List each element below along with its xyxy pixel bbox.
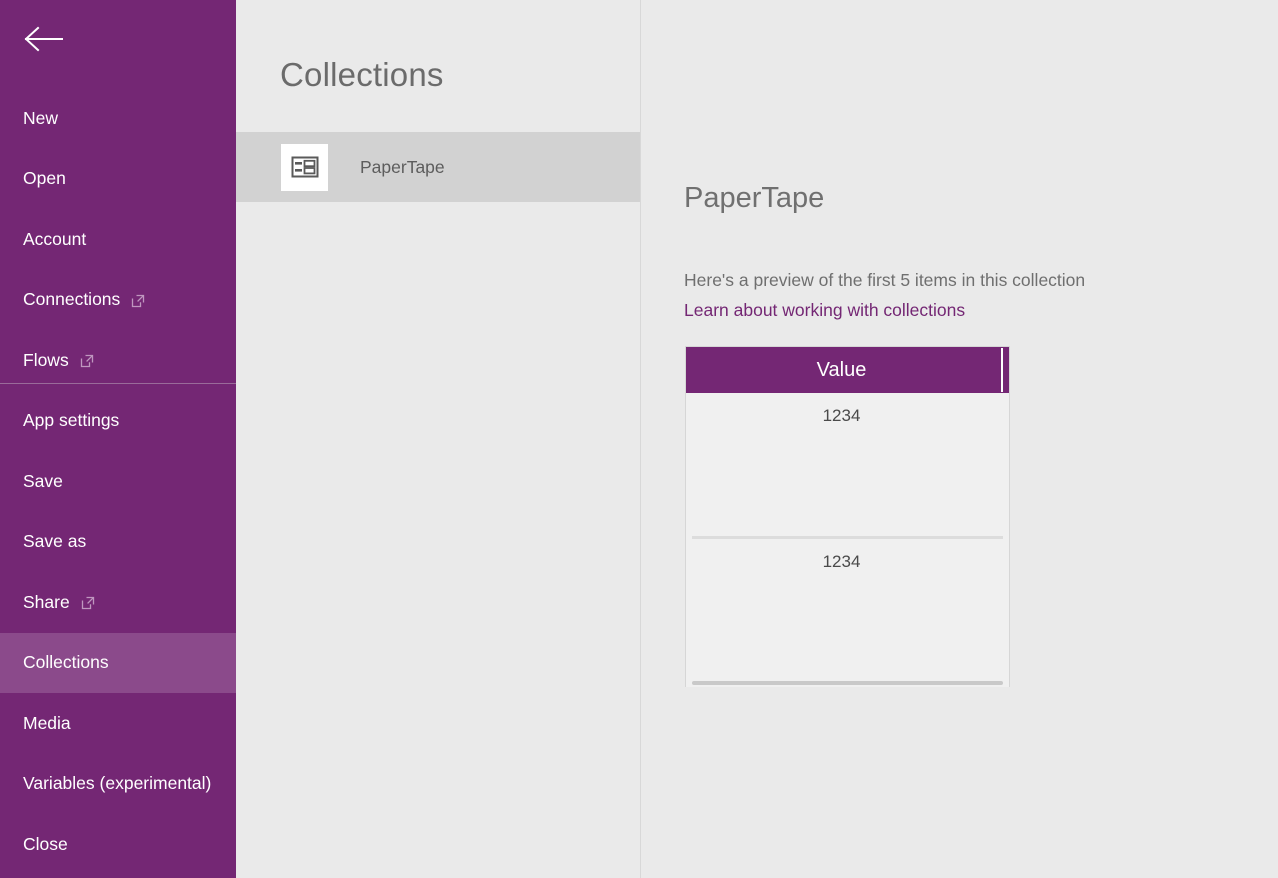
list-item-label: PaperTape [360, 157, 445, 178]
table-row[interactable]: 1234 [686, 393, 1009, 539]
back-button[interactable] [18, 16, 70, 62]
sidebar-item-connections[interactable]: Connections [0, 270, 236, 331]
sidebar: New Open Account Connections [0, 0, 236, 878]
sidebar-item-label: Collections [23, 654, 109, 672]
column-resize-handle[interactable] [1001, 348, 1003, 392]
sidebar-item-label: New [23, 110, 58, 128]
app-root: New Open Account Connections [0, 0, 1278, 878]
sidebar-item-label: Media [23, 715, 71, 733]
list-item[interactable]: PaperTape [236, 132, 640, 202]
sidebar-item-collections[interactable]: Collections [0, 633, 236, 694]
sidebar-item-label: Flows [23, 352, 69, 370]
sidebar-item-label: Save [23, 473, 63, 491]
sidebar-item-label: Open [23, 170, 66, 188]
horizontal-scrollbar[interactable] [692, 681, 1003, 685]
sidebar-item-account[interactable]: Account [0, 209, 236, 270]
preview-table-header-row: Value [686, 347, 1009, 393]
sidebar-item-new[interactable]: New [0, 88, 236, 149]
sidebar-item-close[interactable]: Close [0, 814, 236, 875]
sidebar-item-open[interactable]: Open [0, 149, 236, 210]
detail-title: PaperTape [684, 182, 824, 215]
sidebar-item-label: Close [23, 836, 68, 854]
sidebar-item-save-as[interactable]: Save as [0, 512, 236, 573]
sidebar-item-label: Account [23, 231, 86, 249]
sidebar-item-label: Save as [23, 533, 86, 551]
sidebar-nav: New Open Account Connections [0, 88, 236, 875]
sidebar-item-app-settings[interactable]: App settings [0, 391, 236, 452]
sidebar-item-save[interactable]: Save [0, 451, 236, 512]
sidebar-item-flows[interactable]: Flows [0, 330, 236, 391]
sidebar-divider [0, 383, 236, 384]
detail-subtitle: Here's a preview of the first 5 items in… [684, 268, 1085, 293]
sidebar-item-media[interactable]: Media [0, 693, 236, 754]
back-arrow-icon [24, 26, 64, 52]
collection-detail-pane: PaperTape Here's a preview of the first … [641, 0, 1278, 878]
table-cell-value: 1234 [680, 393, 1003, 426]
column-header-value: Value [817, 359, 867, 382]
collections-list-pane: PaperTape [236, 0, 640, 878]
table-row[interactable]: 1234 [686, 539, 1009, 685]
sidebar-item-label: Variables (experimental) [23, 775, 211, 793]
sidebar-item-variables[interactable]: Variables (experimental) [0, 754, 236, 815]
preview-table-body: 1234 1234 [686, 393, 1009, 687]
external-link-icon [131, 294, 145, 308]
table-cell-value: 1234 [680, 539, 1003, 572]
learn-about-collections-link[interactable]: Learn about working with collections [684, 300, 965, 321]
collection-table-icon [281, 144, 328, 191]
sidebar-item-label: Share [23, 594, 70, 612]
external-link-icon [80, 354, 94, 368]
preview-table: Value 1234 1234 [685, 346, 1010, 687]
sidebar-item-label: Connections [23, 291, 120, 309]
external-link-icon [81, 596, 95, 610]
sidebar-item-share[interactable]: Share [0, 572, 236, 633]
sidebar-item-label: App settings [23, 412, 119, 430]
